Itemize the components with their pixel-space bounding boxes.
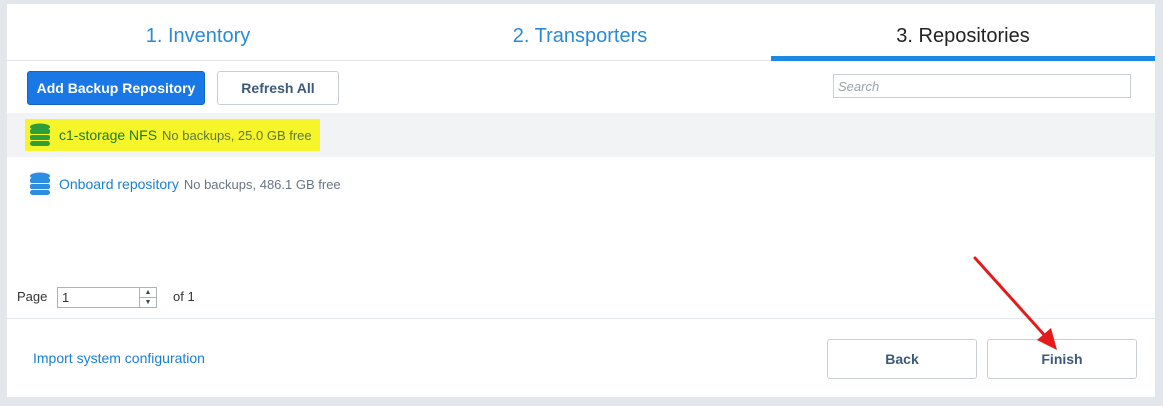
database-icon [30,172,50,195]
import-system-configuration-link[interactable]: Import system configuration [33,350,205,366]
page-total-label: of 1 [173,289,195,304]
repository-item[interactable]: Onboard repository No backups, 486.1 GB … [25,168,341,200]
repository-name[interactable]: Onboard repository [59,176,179,192]
tab-transporters[interactable]: 2. Transporters [389,4,771,60]
wizard-tabs: 1. Inventory 2. Transporters 3. Reposito… [7,4,1155,61]
page-label: Page [17,289,48,304]
tab-inventory[interactable]: 1. Inventory [7,4,389,60]
annotation-arrow-icon [973,256,1057,350]
tab-repositories[interactable]: 3. Repositories [771,4,1155,61]
page-stepper[interactable]: ▲ ▼ [57,287,157,308]
back-button[interactable]: Back [827,339,977,379]
spin-down-icon[interactable]: ▼ [140,298,156,307]
page-number-input[interactable] [58,288,146,307]
repository-status: No backups, 486.1 GB free [183,176,341,192]
repository-status: No backups, 25.0 GB free [162,127,312,143]
repository-item[interactable]: c1-storage NFS No backups, 25.0 GB free [25,119,320,151]
page-spinner[interactable]: ▲ ▼ [139,288,156,307]
refresh-all-button[interactable]: Refresh All [217,71,339,105]
repository-row[interactable]: c1-storage NFS No backups, 25.0 GB free [7,113,1155,157]
add-backup-repository-button[interactable]: Add Backup Repository [27,71,205,105]
search-input[interactable] [833,74,1131,98]
spin-up-icon[interactable]: ▲ [140,288,156,298]
repository-row[interactable]: Onboard repository No backups, 486.1 GB … [7,162,1155,206]
repository-name[interactable]: c1-storage NFS [59,127,157,143]
database-icon [30,123,50,146]
wizard-panel: 1. Inventory 2. Transporters 3. Reposito… [7,4,1155,397]
